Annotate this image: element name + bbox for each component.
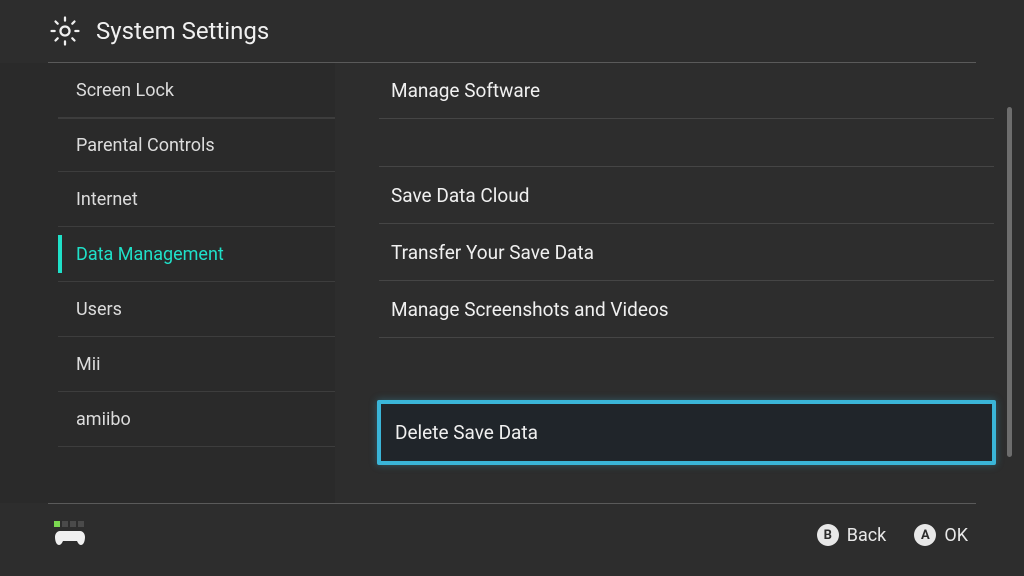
main-group-gap: [379, 338, 994, 400]
sidebar-item-label: Internet: [76, 189, 138, 210]
a-button-icon: A: [914, 524, 936, 546]
main-item-delete-save-data[interactable]: Delete Save Data: [377, 400, 996, 465]
controller-icon: [54, 529, 86, 549]
main-panel: Manage Software Save Data Cloud Transfer…: [335, 63, 1024, 503]
main-item-label: Transfer Your Save Data: [391, 241, 594, 264]
b-button-icon: B: [817, 524, 839, 546]
sidebar-item-amiibo[interactable]: amiibo: [58, 392, 335, 447]
main-item-transfer-your-save-data[interactable]: Transfer Your Save Data: [379, 224, 994, 281]
sidebar-item-users[interactable]: Users: [58, 282, 335, 337]
main-item-label: Manage Screenshots and Videos: [391, 298, 669, 321]
sidebar-item-screen-lock[interactable]: Screen Lock: [58, 63, 335, 118]
main-item-label: Save Data Cloud: [391, 184, 529, 207]
page-title: System Settings: [96, 17, 269, 45]
back-button-label: Back: [847, 525, 887, 546]
main-group-gap: [379, 119, 994, 167]
sidebar-item-label: amiibo: [76, 409, 131, 430]
sidebar-item-label: Parental Controls: [76, 135, 215, 156]
sidebar-item-data-management[interactable]: Data Management: [58, 227, 335, 282]
sidebar-item-label: Mii: [76, 354, 100, 375]
main-item-label: Manage Software: [391, 79, 540, 102]
sidebar-item-mii[interactable]: Mii: [58, 337, 335, 392]
sidebar-item-internet[interactable]: Internet: [58, 172, 335, 227]
settings-gear-icon: [48, 14, 82, 48]
scrollbar[interactable]: [1008, 63, 1012, 503]
sidebar-item-label: Users: [76, 299, 122, 320]
footer-controls: B Back A OK: [817, 524, 968, 546]
main-item-save-data-cloud[interactable]: Save Data Cloud: [379, 167, 994, 224]
main-item-manage-screenshots-and-videos[interactable]: Manage Screenshots and Videos: [379, 281, 994, 338]
ok-button[interactable]: A OK: [914, 524, 968, 546]
player-indicator-dots: [54, 521, 84, 527]
header: System Settings: [0, 0, 1024, 62]
main-item-manage-software[interactable]: Manage Software: [379, 63, 994, 119]
back-button[interactable]: B Back: [817, 524, 887, 546]
scrollbar-thumb[interactable]: [1007, 107, 1012, 457]
controller-indicator: [54, 521, 86, 549]
footer: B Back A OK: [0, 504, 1024, 566]
sidebar-list: Screen Lock Parental Controls Internet D…: [58, 63, 335, 447]
sidebar-item-label: Data Management: [76, 244, 224, 265]
sidebar-item-parental-controls[interactable]: Parental Controls: [58, 118, 335, 172]
main-item-label: Delete Save Data: [395, 421, 538, 444]
sidebar: Screen Lock Parental Controls Internet D…: [0, 63, 335, 503]
ok-button-label: OK: [944, 525, 968, 546]
main-list: Manage Software Save Data Cloud Transfer…: [379, 63, 994, 465]
body: Screen Lock Parental Controls Internet D…: [0, 63, 1024, 503]
sidebar-item-label: Screen Lock: [76, 80, 174, 101]
